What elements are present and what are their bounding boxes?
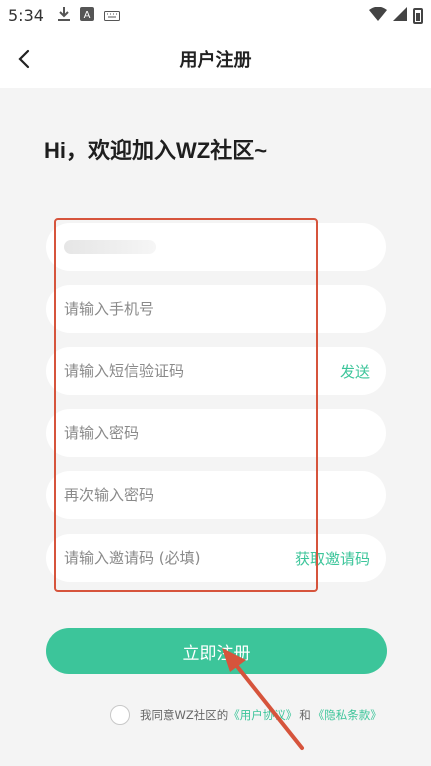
- nav-bar: 用户注册: [0, 30, 431, 88]
- privacy-link[interactable]: 《隐私条款》: [313, 707, 382, 723]
- confirm-password-input[interactable]: [64, 486, 274, 504]
- a-badge-icon: A: [79, 6, 94, 25]
- chevron-left-icon: [18, 49, 30, 69]
- sms-code-field[interactable]: 发送: [46, 347, 386, 395]
- username-field[interactable]: [46, 223, 386, 271]
- sms-code-input[interactable]: [64, 362, 274, 380]
- agreement-checkbox[interactable]: [110, 705, 130, 725]
- download-icon: [57, 6, 70, 25]
- signal-icon: [393, 6, 407, 25]
- password-field[interactable]: [46, 409, 386, 457]
- send-sms-button[interactable]: 发送: [340, 347, 370, 395]
- agreement-row: 我同意WZ社区的 《用户协议》 和 《隐私条款》: [110, 705, 382, 725]
- status-bar: 5:34 A: [0, 0, 431, 30]
- get-invite-code-button[interactable]: 获取邀请码: [295, 534, 370, 582]
- keyboard-icon: [103, 6, 120, 25]
- phone-field[interactable]: [46, 285, 386, 333]
- back-button[interactable]: [10, 44, 38, 74]
- username-value-blurred: [64, 240, 156, 254]
- page-title: 用户注册: [179, 50, 252, 71]
- register-button[interactable]: 立即注册: [46, 628, 387, 674]
- status-time: 5:34: [8, 5, 44, 25]
- confirm-password-field[interactable]: [46, 471, 386, 519]
- battery-icon: [413, 7, 423, 24]
- agreement-prefix: 我同意WZ社区的: [140, 708, 229, 722]
- password-input[interactable]: [64, 424, 274, 442]
- invite-code-field[interactable]: 获取邀请码: [46, 534, 386, 582]
- welcome-heading: Hi，欢迎加入WZ社区~: [44, 138, 268, 163]
- invite-code-input[interactable]: [64, 549, 274, 567]
- agreement-and: 和: [299, 708, 311, 722]
- svg-text:A: A: [84, 10, 91, 21]
- phone-input[interactable]: [64, 300, 274, 318]
- user-agreement-link[interactable]: 《用户协议》: [228, 707, 297, 723]
- wifi-icon: [369, 6, 387, 25]
